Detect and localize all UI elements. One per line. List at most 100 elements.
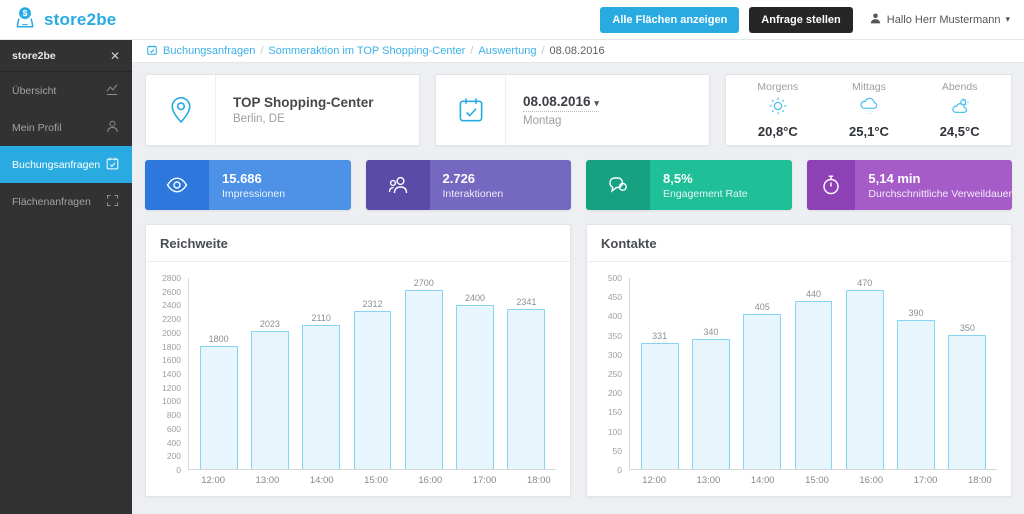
x-tick-label: 12:00	[201, 475, 226, 486]
y-tick-label: 600	[166, 423, 181, 434]
y-tick-label: 2200	[162, 314, 181, 325]
kpi-engagement-rate: 8,5% Engagement Rate	[586, 160, 792, 210]
x-tick-label: 15:00	[364, 475, 388, 486]
y-tick-label: 2400	[162, 300, 181, 311]
bar-value-label: 440	[805, 288, 821, 299]
date-card: 08.08.2016 ▾ Montag	[435, 74, 710, 146]
chart-title: Reichweite	[146, 225, 570, 262]
sidebar-item-buchungsanfragen[interactable]: Buchungsanfragen	[0, 146, 132, 183]
y-tick-label: 0	[617, 465, 622, 475]
bar-14:00: 405	[737, 278, 788, 469]
y-tick-label: 1600	[162, 355, 181, 366]
bar	[302, 325, 341, 469]
weather-temp: 24,5°C	[939, 124, 980, 139]
calendar-icon	[436, 75, 506, 145]
bar-value-label: 2023	[259, 319, 280, 330]
sidebar-item-label: Buchungsanfragen	[12, 158, 101, 171]
kpi-label: Engagement Rate	[663, 187, 748, 200]
sidebar-header: store2be ✕	[0, 40, 132, 72]
y-tick-label: 300	[607, 349, 622, 360]
breadcrumb-current-date: 08.08.2016	[549, 45, 605, 57]
y-tick-label: 100	[607, 426, 622, 437]
logo-text: store2be	[44, 9, 117, 29]
user-menu[interactable]: Hallo Herr Mustermann ▾	[869, 12, 1010, 28]
show-all-spaces-button[interactable]: Alle Flächen anzeigen	[600, 6, 740, 33]
sidebar-item-mein-profil[interactable]: Mein Profil	[0, 109, 132, 146]
y-tick-label: 150	[607, 407, 622, 418]
chart-kontakte: Kontakte 0 50 100 150 200 250 300 350 400 450 500 …	[586, 224, 1012, 497]
y-tick-label: 400	[607, 311, 622, 322]
y-tick-label: 200	[607, 388, 622, 399]
bar-13:00: 2023	[244, 278, 295, 469]
calendar-check-icon	[105, 156, 120, 174]
bar	[897, 320, 936, 469]
chevron-down-icon: ▾	[1005, 14, 1010, 24]
bar-value-label: 470	[857, 278, 873, 288]
bar-value-label: 340	[703, 327, 719, 338]
main-content: Buchungsanfragen / Sommeraktion im TOP S…	[132, 40, 1024, 514]
bar-17:00: 2400	[449, 278, 500, 469]
expand-icon	[105, 193, 120, 211]
x-tick-label: 16:00	[418, 475, 443, 486]
breadcrumb-link-buchungsanfragen[interactable]: Buchungsanfragen	[163, 45, 255, 57]
calendar-icon	[146, 44, 158, 59]
sidebar-title: store2be	[12, 49, 56, 62]
bar-16:00: 470	[839, 278, 890, 469]
location-name: TOP Shopping-Center	[233, 95, 374, 110]
sidebar-item-label: Mein Profil	[12, 121, 62, 134]
chevron-down-icon: ▾	[594, 97, 599, 108]
breadcrumb-link-sommeraktion[interactable]: Sommeraktion im TOP Shopping-Center	[268, 45, 465, 57]
y-tick-label: 1800	[162, 341, 181, 352]
location-pin-icon	[146, 75, 216, 145]
eye-icon	[145, 160, 209, 210]
sidebar-item-flaechenanfragen[interactable]: Flächenanfragen	[0, 183, 132, 220]
y-tick-label: 500	[607, 273, 622, 283]
sidebar-item-label: Flächenanfragen	[12, 195, 91, 208]
plot-area: 331 340 405 440 470 390 350	[629, 278, 997, 470]
x-tick-label: 16:00	[859, 475, 884, 486]
bar	[845, 290, 884, 469]
logo[interactable]: $ store2be	[12, 4, 116, 35]
bar-value-label: 2312	[362, 299, 383, 310]
sidebar-item-uebersicht[interactable]: Übersicht	[0, 72, 132, 109]
bar-value-label: 350	[959, 323, 975, 334]
y-tick-label: 1200	[162, 382, 181, 393]
breadcrumb-separator: /	[470, 45, 474, 57]
date-dropdown[interactable]: 08.08.2016 ▾	[523, 94, 599, 112]
sun-icon	[766, 95, 790, 122]
weather-temp: 20,8°C	[757, 124, 798, 139]
bar	[507, 309, 546, 469]
kpi-value: 5,14 min	[868, 170, 921, 186]
kpi-label: Durchschnittliche Verweildauer	[868, 187, 1012, 200]
y-tick-label: 450	[607, 292, 622, 303]
x-tick-label: 12:00	[642, 475, 667, 486]
location-card: TOP Shopping-Center Berlin, DE	[145, 74, 420, 146]
sidebar: store2be ✕ Übersicht Mein Profil Buchung…	[0, 40, 132, 514]
bar-13:00: 340	[685, 278, 736, 469]
weather-period-label: Abends	[941, 81, 978, 93]
bar-value-label: 2700	[413, 278, 434, 288]
y-axis: 0 50 100 150 200 250 300 350 400 450 500	[593, 273, 629, 475]
user-icon	[105, 119, 120, 137]
x-tick-label: 18:00	[967, 475, 992, 486]
y-tick-label: 50	[612, 445, 622, 456]
close-icon[interactable]: ✕	[110, 49, 120, 63]
make-request-button[interactable]: Anfrage stellen	[749, 6, 853, 33]
bar-12:00: 331	[634, 278, 685, 469]
kpi-label: Interaktionen	[442, 187, 504, 200]
bar-18:00: 350	[942, 278, 993, 469]
x-tick-label: 13:00	[255, 475, 280, 486]
people-icon	[365, 160, 430, 210]
user-icon	[869, 12, 882, 28]
breadcrumb-link-auswertung[interactable]: Auswertung	[478, 45, 536, 57]
kpi-interaktionen: 2.726 Interaktionen	[365, 160, 571, 210]
topbar: $ store2be Alle Flächen anzeigen Anfrage…	[0, 0, 1024, 40]
weather-noon: Mittags 25,1°C	[849, 81, 889, 139]
y-tick-label: 350	[607, 330, 622, 341]
kpi-label: Impressionen	[222, 187, 286, 200]
y-tick-label: 1000	[162, 396, 181, 407]
bar	[794, 300, 833, 469]
bars: 331 340 405 440 470 390 350	[629, 278, 997, 470]
y-tick-label: 0	[176, 465, 181, 475]
y-tick-label: 250	[607, 369, 622, 379]
